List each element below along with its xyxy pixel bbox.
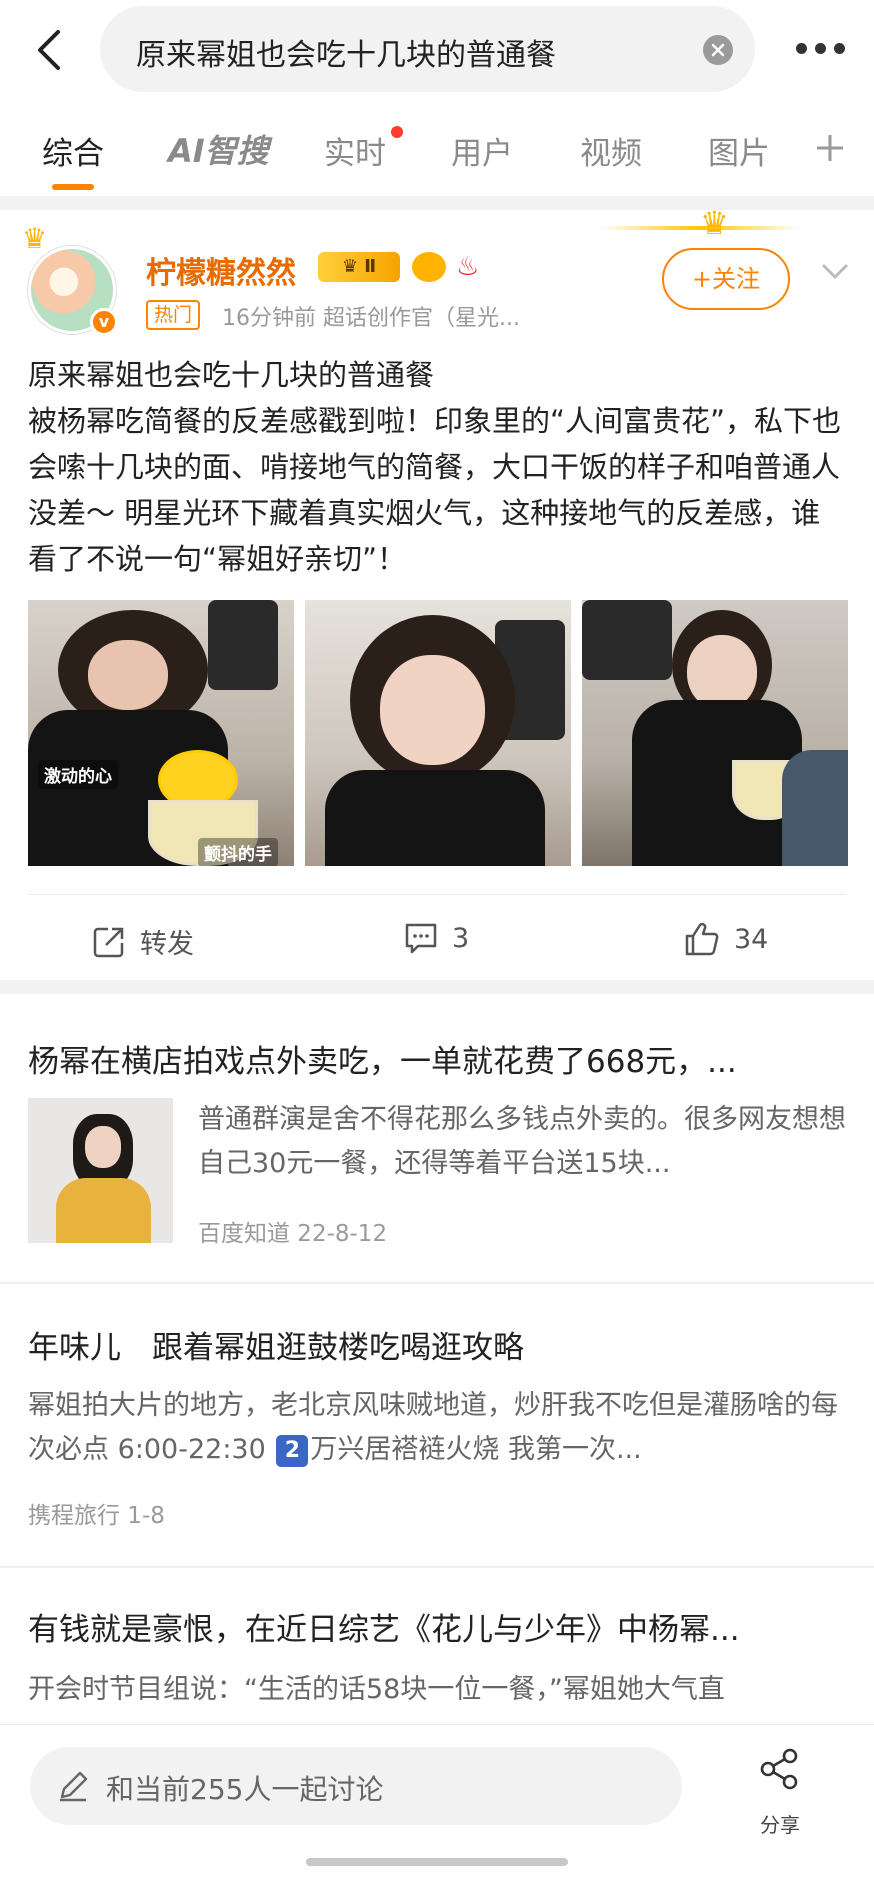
- comment-input[interactable]: 和当前255人一起讨论: [30, 1747, 682, 1825]
- active-tab-indicator: [52, 184, 94, 190]
- like-button[interactable]: 34: [684, 922, 768, 956]
- share-label: 分享: [760, 1813, 800, 1837]
- article-description: 开会时节目组说：“生活的话58块一位一餐，”幂姐她大气直: [28, 1674, 725, 1705]
- crown-icon: ♛: [22, 222, 48, 255]
- divider: [28, 894, 846, 895]
- dot-icon: [796, 42, 807, 54]
- more-options-button[interactable]: [796, 30, 852, 66]
- thumbs-up-icon: [685, 922, 719, 956]
- new-dot-badge: [391, 126, 403, 138]
- comment-button[interactable]: 3: [404, 922, 469, 954]
- comment-icon: [405, 923, 437, 954]
- comment-count: 3: [452, 922, 470, 954]
- article-title[interactable]: 年味儿 跟着幂姐逛鼓楼吃喝逛攻略: [28, 1322, 828, 1367]
- post-images: 激动的心 颤抖的手: [28, 600, 848, 866]
- share-icon: [760, 1748, 798, 1790]
- chevron-down-icon: [822, 264, 848, 279]
- article-description: 普通群演是舍不得花那么多钱点外卖的。很多网友想想自己30元一餐，还得等着平台送1…: [198, 1104, 846, 1179]
- tab-realtime[interactable]: 实时: [324, 128, 386, 173]
- post-image-3[interactable]: [582, 600, 848, 866]
- tab-ai-search[interactable]: AI智搜: [168, 126, 269, 172]
- post-actions: 转发 3 34: [0, 910, 874, 982]
- post-body: 原来幂姐也会吃十几块的普通餐 被杨幂吃简餐的反差感戳到啦！印象里的“人间富贵花”…: [28, 358, 842, 576]
- tab-images[interactable]: 图片: [708, 128, 770, 173]
- tab-comprehensive[interactable]: 综合: [42, 128, 104, 173]
- search-tabs: 综合 AI智搜 实时 用户 视频 图片: [0, 118, 874, 194]
- back-arrow-icon: [38, 30, 60, 70]
- article-title[interactable]: 杨幂在横店拍戏点外卖吃，一单就花费了668元，...: [28, 1036, 828, 1081]
- follow-button[interactable]: +关注: [662, 248, 790, 310]
- add-tab-button[interactable]: [814, 132, 846, 164]
- close-icon: [711, 43, 725, 57]
- search-result-article[interactable]: 杨幂在横店拍戏点外卖吃，一单就花费了668元，... 普通群演是舍不得花那么多钱…: [0, 994, 874, 1284]
- share-button[interactable]: 分享: [740, 1745, 820, 1845]
- repost-label: 转发: [140, 929, 194, 960]
- dot-icon: [815, 42, 826, 54]
- article-source: 携程旅行 1-8: [28, 1503, 165, 1529]
- home-indicator[interactable]: [306, 1858, 568, 1866]
- search-query: 原来幂姐也会吃十几块的普通餐: [136, 38, 556, 73]
- clear-search-button[interactable]: [703, 35, 733, 65]
- top-bar: 原来幂姐也会吃十几块的普通餐: [0, 0, 874, 100]
- image-caption: 颤抖的手: [198, 838, 278, 866]
- plus-icon: [817, 135, 843, 161]
- pencil-icon: [60, 1771, 88, 1802]
- search-input[interactable]: 原来幂姐也会吃十几块的普通餐: [100, 6, 755, 92]
- dot-icon: [834, 42, 845, 54]
- post-menu-button[interactable]: [818, 254, 852, 288]
- section-divider: [0, 980, 874, 994]
- article-thumbnail[interactable]: [28, 1098, 173, 1243]
- hot-tag: 热门: [146, 300, 201, 330]
- back-button[interactable]: [28, 22, 72, 78]
- repost-button[interactable]: 转发: [92, 922, 194, 961]
- description-text: 万兴居褡裢火烧 我第一次...: [310, 1434, 642, 1465]
- post-image-2[interactable]: [305, 600, 571, 866]
- post-meta: 16分钟前 超话创作官（星光...: [222, 306, 520, 331]
- comment-placeholder: 和当前255人一起讨论: [106, 1773, 384, 1806]
- chili-badge-icon: ♨: [456, 252, 480, 282]
- verified-badge-icon: v: [90, 308, 118, 336]
- number-badge-icon: 2: [276, 1434, 309, 1467]
- fan-badge-icon: [412, 252, 446, 282]
- username[interactable]: 柠檬糖然然: [146, 248, 296, 292]
- like-count: 34: [734, 923, 769, 955]
- section-divider: [0, 196, 874, 210]
- repost-icon: [93, 927, 124, 957]
- vip-level-badge: ♛ Ⅱ: [318, 252, 400, 282]
- search-result-article[interactable]: 有钱就是豪恨，在近日综艺《花儿与少年》中杨幂... 开会时节目组说：“生活的话5…: [0, 1568, 874, 1728]
- avatar[interactable]: ♛ v: [22, 222, 120, 338]
- image-caption: 激动的心: [38, 760, 118, 789]
- article-source: 百度知道 22-8-12: [198, 1221, 388, 1247]
- article-title[interactable]: 有钱就是豪恨，在近日综艺《花儿与少年》中杨幂...: [28, 1604, 828, 1649]
- tab-users[interactable]: 用户: [451, 128, 513, 173]
- search-result-article[interactable]: 年味儿 跟着幂姐逛鼓楼吃喝逛攻略 幂姐拍大片的地方，老北京风味贼地道，炒肝我不吃…: [0, 1284, 874, 1568]
- article-description: 幂姐拍大片的地方，老北京风味贼地道，炒肝我不吃但是灌肠啥的每次必点 6:00-2…: [28, 1384, 848, 1472]
- crown-decoration-icon: ♛: [700, 204, 729, 242]
- tab-videos[interactable]: 视频: [580, 128, 642, 173]
- post-image-1[interactable]: 激动的心 颤抖的手: [28, 600, 294, 866]
